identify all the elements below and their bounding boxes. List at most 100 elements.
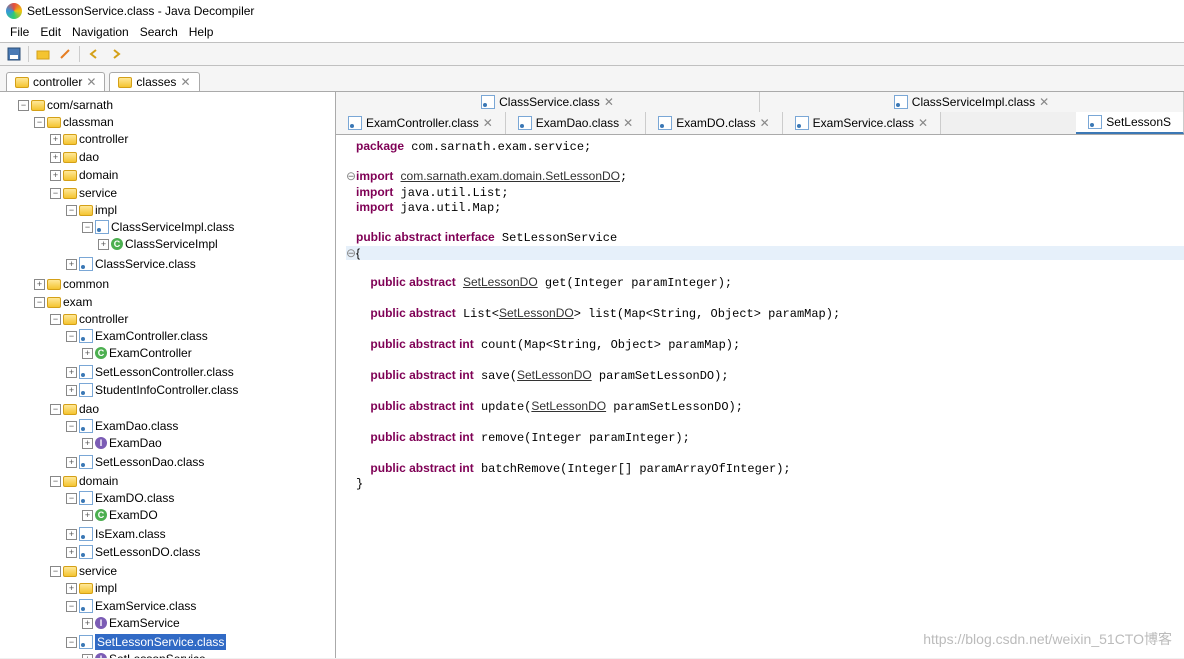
close-icon[interactable]: ✕ [623,116,633,130]
expand-icon[interactable]: + [82,348,93,359]
wand-icon[interactable] [57,46,73,62]
collapse-icon[interactable]: − [82,222,93,233]
tree-item[interactable]: dao [79,149,99,165]
tree-item[interactable]: impl [95,202,117,218]
tab-label: controller [33,75,82,89]
menu-file[interactable]: File [6,24,33,40]
editor-tab[interactable]: ClassService.class✕ [336,92,760,112]
tab-controller[interactable]: controller ✕ [6,72,105,91]
expand-icon[interactable]: + [98,239,109,250]
menu-help[interactable]: Help [185,24,218,40]
package-explorer[interactable]: −com/sarnath −classman +controller +dao … [0,92,336,658]
collapse-icon[interactable]: − [66,421,77,432]
close-icon[interactable]: ✕ [760,116,770,130]
close-icon[interactable]: ✕ [86,75,96,89]
editor-tab[interactable]: ExamDO.class✕ [646,112,782,134]
folder-icon [63,134,77,145]
collapse-icon[interactable]: − [66,601,77,612]
expand-icon[interactable]: + [50,134,61,145]
collapse-icon[interactable]: − [50,476,61,487]
tab-classes[interactable]: classes✕ [109,72,199,91]
tree-item[interactable]: IsExam.class [95,526,166,542]
editor-tab[interactable]: ExamService.class✕ [783,112,941,134]
tree-item[interactable]: ClassService.class [95,256,196,272]
tree-item[interactable]: ExamDao.class [95,418,178,434]
expand-icon[interactable]: + [50,152,61,163]
menu-navigation[interactable]: Navigation [68,24,133,40]
expand-icon[interactable]: + [82,510,93,521]
collapse-icon[interactable]: − [50,404,61,415]
expand-icon[interactable]: + [66,583,77,594]
collapse-icon[interactable]: − [50,566,61,577]
menu-bar: File Edit Navigation Search Help [0,22,1184,43]
close-icon[interactable]: ✕ [918,116,928,130]
tree-item[interactable]: dao [79,401,99,417]
tree-item[interactable]: classman [63,114,114,130]
class-file-icon [79,365,93,379]
tree-item[interactable]: exam [63,294,92,310]
close-icon[interactable]: ✕ [483,116,493,130]
expand-icon[interactable]: + [82,618,93,629]
title-bar: SetLessonService.class - Java Decompiler [0,0,1184,22]
save-icon[interactable] [6,46,22,62]
forward-icon[interactable] [108,46,124,62]
collapse-icon[interactable]: − [34,117,45,128]
tree-item[interactable]: controller [79,311,128,327]
tree-item[interactable]: ExamService [109,615,180,631]
tree-item[interactable]: ClassServiceImpl.class [111,219,234,235]
collapse-icon[interactable]: − [66,637,77,648]
tree-item[interactable]: ExamService.class [95,598,196,614]
expand-icon[interactable]: + [34,279,45,290]
collapse-icon[interactable]: − [66,493,77,504]
expand-icon[interactable]: + [82,438,93,449]
tree-item[interactable]: ClassServiceImpl [125,236,218,252]
collapse-icon[interactable]: − [66,331,77,342]
expand-icon[interactable]: + [66,367,77,378]
menu-search[interactable]: Search [136,24,182,40]
tree-item[interactable]: SetLessonDO.class [95,544,200,560]
editor-tab[interactable]: ClassServiceImpl.class✕ [760,92,1184,112]
back-icon[interactable] [86,46,102,62]
expand-icon[interactable]: + [66,529,77,540]
tree-item[interactable]: domain [79,167,118,183]
tree-item[interactable]: controller [79,131,128,147]
tree-item[interactable]: ExamController.class [95,328,208,344]
folder-icon [47,297,61,308]
close-icon[interactable]: ✕ [180,75,190,89]
expand-icon[interactable]: + [50,170,61,181]
collapse-icon[interactable]: − [50,188,61,199]
expand-icon[interactable]: + [66,385,77,396]
open-icon[interactable] [35,46,51,62]
expand-icon[interactable]: + [66,547,77,558]
tree-item-selected[interactable]: SetLessonService.class [95,634,226,650]
editor-tab[interactable]: ExamDao.class✕ [506,112,646,134]
close-icon[interactable]: ✕ [604,95,614,109]
tree-item[interactable]: ExamDao [109,435,162,451]
expand-icon[interactable]: + [82,654,93,659]
tree-item[interactable]: impl [95,580,117,596]
tree-item[interactable]: ExamController [109,345,192,361]
expand-icon[interactable]: + [66,457,77,468]
tree-item[interactable]: SetLessonDao.class [95,454,204,470]
editor-tab-active[interactable]: SetLessonS [1076,112,1184,134]
tree-item[interactable]: SetLessonController.class [95,364,234,380]
collapse-icon[interactable]: − [50,314,61,325]
code-editor[interactable]: package com.sarnath.exam.service; ⊖impor… [336,135,1184,658]
close-icon[interactable]: ✕ [1039,95,1049,109]
expand-icon[interactable]: + [66,259,77,270]
tree-item[interactable]: ExamDO.class [95,490,174,506]
tree-item[interactable]: StudentInfoController.class [95,382,238,398]
collapse-icon[interactable]: − [18,100,29,111]
tree-item[interactable]: service [79,185,117,201]
tree-item[interactable]: service [79,563,117,579]
class-file-icon [79,257,93,271]
tree-item[interactable]: ExamDO [109,507,158,523]
tree-item[interactable]: domain [79,473,118,489]
editor-tab[interactable]: ExamController.class✕ [336,112,506,134]
collapse-icon[interactable]: − [34,297,45,308]
tree-item[interactable]: com/sarnath [47,97,113,113]
tree-item[interactable]: common [63,276,109,292]
menu-edit[interactable]: Edit [36,24,65,40]
tree-item[interactable]: SetLessonService [109,651,206,658]
collapse-icon[interactable]: − [66,205,77,216]
